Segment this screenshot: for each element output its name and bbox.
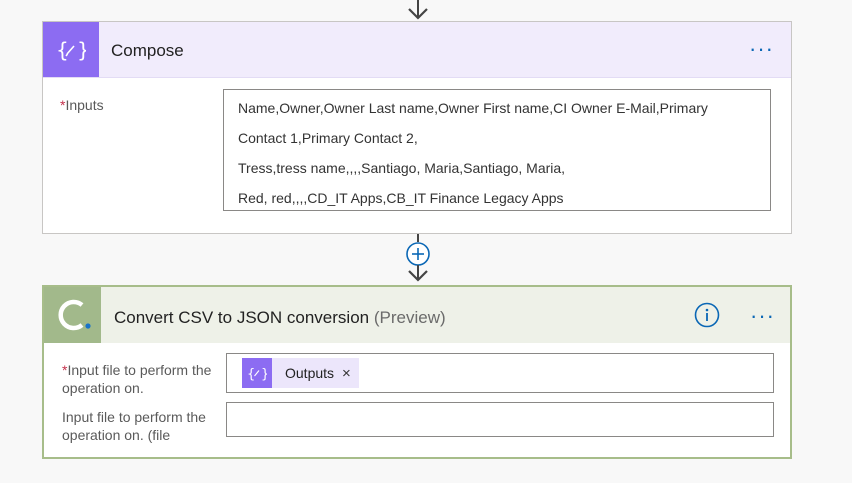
input-file-label: *Input file to perform the operation on. (62, 361, 222, 397)
convert-title: Convert CSV to JSON conversion (Preview) (114, 308, 446, 328)
preview-tag: (Preview) (373, 308, 446, 327)
inputs-line: Name,Owner,Owner Last name,Owner First n… (238, 100, 708, 116)
arrow-down-icon (408, 0, 428, 20)
more-options-button[interactable]: ··· (750, 305, 775, 327)
input-file-field[interactable]: { } Outputs × (226, 353, 774, 393)
compose-card-header[interactable]: { } Compose ··· (43, 22, 791, 78)
inputs-line: Contact 1,Primary Contact 2, (238, 130, 418, 146)
curly-braces-pencil-icon: { } (43, 22, 99, 77)
remove-token-icon[interactable]: × (342, 365, 351, 382)
compose-action-card[interactable]: { } Compose ··· *Inputs Name,Owner,Owner… (42, 21, 792, 234)
input-file-label-text: Input file to perform the operation on. (62, 362, 212, 396)
svg-text:}: } (77, 38, 86, 62)
outputs-token[interactable]: { } Outputs × (242, 358, 359, 388)
curly-braces-pencil-icon: { } (242, 358, 272, 388)
info-circle-icon[interactable] (694, 302, 720, 328)
token-label: Outputs (285, 365, 335, 381)
inputs-label: *Inputs (60, 96, 104, 114)
svg-text:{: { (56, 38, 69, 62)
plus-circle-icon (406, 242, 430, 266)
convert-title-text: Convert CSV to JSON conversion (114, 308, 370, 327)
flow-canvas: { } Compose ··· *Inputs Name,Owner,Owner… (0, 0, 852, 483)
inputs-label-text: Inputs (65, 97, 104, 113)
input-file-name-field[interactable] (226, 402, 774, 437)
connector-logo-icon (44, 287, 101, 343)
inputs-line: Tress,tress name,,,,Santiago, Maria,Sant… (238, 160, 566, 176)
add-step-connector[interactable] (404, 234, 432, 284)
svg-text:}: } (261, 367, 267, 382)
convert-card-header[interactable]: Convert CSV to JSON conversion (Preview)… (44, 287, 790, 343)
inputs-field[interactable]: Name,Owner,Owner Last name,Owner First n… (223, 89, 771, 211)
inputs-line: Red, red,,,,CD_IT Apps,CB_IT Finance Leg… (238, 190, 564, 206)
svg-text:{: { (247, 367, 255, 382)
compose-title: Compose (111, 41, 184, 60)
convert-csv-action-card[interactable]: Convert CSV to JSON conversion (Preview)… (42, 285, 792, 459)
input-file-name-label: Input file to perform the operation on. … (62, 409, 206, 443)
more-options-button[interactable]: ··· (749, 38, 774, 60)
